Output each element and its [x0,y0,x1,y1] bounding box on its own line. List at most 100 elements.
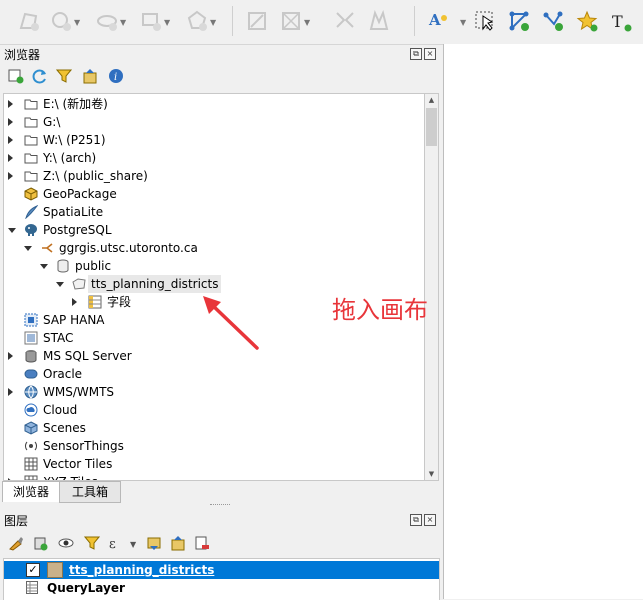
tree-item-label: GeoPackage [43,187,117,201]
chevron-down-icon[interactable]: ▼ [130,540,136,549]
split-features-icon[interactable] [280,10,302,32]
label-tool-icon[interactable]: A [428,10,450,32]
tree-item[interactable]: GeoPackage [4,185,422,203]
tree-item[interactable]: SensorThings [4,437,422,455]
add-group-icon[interactable] [32,535,48,551]
expand-arrow-icon[interactable] [8,352,13,360]
chevron-down-icon[interactable]: ▼ [74,18,80,27]
tree-item-label: W:\ (P251) [43,133,106,147]
collapse-all-icon[interactable] [170,535,186,551]
add-text-icon[interactable]: T [610,10,632,32]
splitter-handle[interactable] [210,504,230,509]
chevron-down-icon[interactable]: ▼ [120,18,126,27]
tree-item[interactable]: WMS/WMTS [4,383,422,401]
expand-arrow-icon[interactable] [8,100,13,108]
annotation-text: 拖入画布 [332,296,428,324]
manage-visibility-icon[interactable] [58,535,74,551]
remove-layer-icon[interactable] [194,535,210,551]
chevron-down-icon[interactable]: ▼ [164,18,170,27]
add-circle-icon[interactable] [50,10,72,32]
browser-tree[interactable]: E:\ (新加卷) G:\ W:\ (P251) Y:\ (arch) Z:\ (pub… [3,93,425,481]
tree-item-label: MS SQL Server [43,349,132,363]
vertex-tool-icon[interactable] [508,10,530,32]
collapse-all-icon[interactable] [82,68,98,84]
tree-item[interactable]: Z:\ (public_share) [4,167,422,185]
float-panel-icon[interactable]: ⧉ [410,514,422,526]
polygon-symbol-icon [47,562,63,578]
tree-item-label: E:\ (新加卷) [43,97,108,111]
map-canvas[interactable] [443,44,643,599]
tree-item[interactable]: E:\ (新加卷) [4,95,422,113]
filter-legend-icon[interactable] [83,535,101,551]
wms-icon [24,385,38,399]
tree-item-label: SensorThings [43,439,124,453]
refresh-icon[interactable] [32,68,48,84]
tree-item[interactable]: Cloud [4,401,422,419]
select-features-icon[interactable] [474,10,496,32]
scroll-down-icon[interactable]: ▼ [425,470,438,478]
chevron-down-icon[interactable]: ▼ [210,18,216,27]
tab-toolbox[interactable]: 工具箱 [59,481,121,503]
vector-tiles-icon [24,457,38,471]
oracle-icon [24,367,38,381]
add-polygon-icon[interactable] [18,10,40,32]
layer-row[interactable]: QueryLayer [4,579,439,597]
collapse-arrow-icon[interactable] [40,264,48,269]
tree-item[interactable]: G:\ [4,113,422,131]
browser-panel-title: 浏览器 [4,48,41,62]
collapse-arrow-icon[interactable] [24,246,32,251]
tree-item[interactable]: SpatiaLite [4,203,422,221]
expand-all-icon[interactable] [146,535,162,551]
tree-item-label: Oracle [43,367,83,381]
scroll-up-icon[interactable]: ▲ [425,96,438,104]
layer-name[interactable]: QueryLayer [47,579,125,597]
merge-features-icon[interactable] [368,9,390,32]
style-manager-icon[interactable] [8,535,24,551]
add-line-icon[interactable] [542,10,564,32]
layer-name[interactable]: tts_planning_districts [69,561,214,579]
tree-item[interactable]: ggrgis.utsc.utoronto.ca [4,239,422,257]
chevron-down-icon[interactable]: ▼ [304,10,326,32]
add-ellipse-icon[interactable] [96,10,118,32]
tree-item[interactable]: XYZ Tiles [4,473,422,480]
filter-icon[interactable] [55,68,73,84]
float-panel-icon[interactable]: ⧉ [410,48,422,60]
layers-tree[interactable]: ✓ tts_planning_districts QueryLayer [3,558,440,600]
expand-arrow-icon[interactable] [8,136,13,144]
collapse-arrow-icon[interactable] [56,282,64,287]
add-rectangle-icon[interactable] [140,10,162,32]
close-panel-icon[interactable]: × [424,48,436,60]
spatialite-icon [24,204,39,220]
add-regular-polygon-icon[interactable] [186,10,208,32]
tree-item[interactable]: public [4,257,422,275]
expand-arrow-icon[interactable] [8,388,13,396]
tab-browser[interactable]: 浏览器 [2,481,60,502]
browser-scrollbar[interactable]: ▲ ▼ [424,93,439,481]
add-point-icon[interactable] [576,10,598,32]
tree-item[interactable]: W:\ (P251) [4,131,422,149]
close-panel-icon[interactable]: × [424,514,436,526]
expand-arrow-icon[interactable] [8,118,13,126]
svg-text:A: A [428,11,441,29]
tree-item[interactable]: Vector Tiles [4,455,422,473]
expand-arrow-icon[interactable] [72,298,77,306]
tree-item-label: STAC [43,331,74,345]
tree-item-label: G:\ [43,115,61,129]
filter-expression-icon[interactable]: ε [108,535,124,552]
reshape-icon[interactable] [246,10,268,32]
collapse-arrow-icon[interactable] [8,228,16,233]
layer-visibility-checkbox[interactable]: ✓ [26,563,40,577]
tree-item[interactable]: Oracle [4,365,422,383]
expand-arrow-icon[interactable] [8,172,13,180]
layer-row-selected[interactable]: ✓ tts_planning_districts [4,561,439,579]
split-parts-icon[interactable] [334,10,356,32]
tree-item[interactable]: Y:\ (arch) [4,149,422,167]
tree-item[interactable]: Scenes [4,419,422,437]
scrollbar-thumb[interactable] [426,108,437,146]
info-icon[interactable]: i [108,68,124,84]
folder-icon [24,115,38,129]
chevron-down-icon[interactable]: ▼ [460,18,466,27]
tree-item[interactable]: PostgreSQL [4,221,422,239]
expand-arrow-icon[interactable] [8,154,13,162]
add-selected-layers-icon[interactable] [8,68,24,84]
